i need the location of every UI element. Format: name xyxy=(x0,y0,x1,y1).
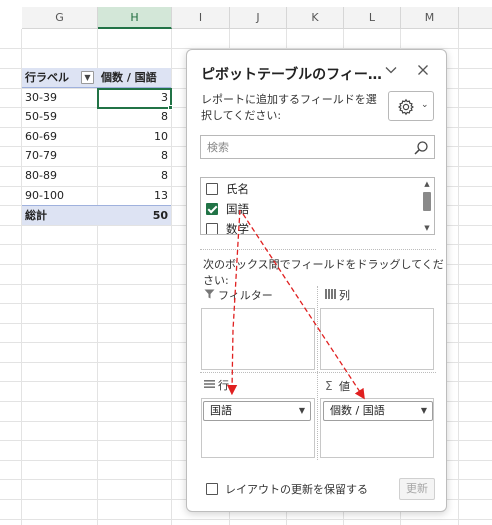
chevron-down-icon[interactable]: ▼ xyxy=(299,402,305,420)
pivot-row-value[interactable]: 8 xyxy=(98,166,171,186)
field-settings-button[interactable]: ⌄ xyxy=(388,91,434,121)
pivot-row-value[interactable]: 3 xyxy=(98,88,171,108)
rows-field-chip[interactable]: 国語 ▼ xyxy=(203,401,311,421)
pivot-row-label[interactable]: 30-39 xyxy=(22,88,97,108)
drag-instruction: 次のボックス間でフィールドをドラッグしてください: xyxy=(203,258,444,287)
pivot-row-label[interactable]: 90-100 xyxy=(22,186,97,206)
search-icon[interactable] xyxy=(413,140,429,156)
area-divider xyxy=(317,286,318,460)
update-button[interactable]: 更新 xyxy=(399,478,435,500)
value-header[interactable]: 個数 / 国語 xyxy=(98,68,171,88)
filter-icon xyxy=(204,287,218,305)
filter-area-label: フィルター xyxy=(204,287,273,305)
scroll-thumb[interactable] xyxy=(423,192,431,211)
chip-label: 国語 xyxy=(210,404,232,417)
columns-drop-area[interactable] xyxy=(320,308,434,370)
column-header-i[interactable]: I xyxy=(172,7,230,29)
pivot-row-label[interactable]: 50-59 xyxy=(22,107,97,127)
pivot-row[interactable]: 80-89 8 xyxy=(22,166,171,186)
column-header-h[interactable]: H xyxy=(98,7,172,29)
pane-options-chevron-icon[interactable] xyxy=(380,62,402,84)
fill-handle[interactable] xyxy=(168,105,173,110)
column-header-k[interactable]: K xyxy=(287,7,344,29)
field-checkbox[interactable] xyxy=(206,183,218,195)
pivot-row[interactable]: 60-69 10 xyxy=(22,127,171,147)
gear-icon xyxy=(398,98,414,116)
pivot-total-label[interactable]: 総計 xyxy=(22,206,97,226)
values-area-label: Σ値 xyxy=(325,379,350,393)
scroll-down-arrow-icon[interactable]: ▼ xyxy=(422,224,432,232)
pane-title: ピボットテーブルのフィー… xyxy=(201,67,382,83)
pivot-row[interactable]: 90-100 13 xyxy=(22,186,171,206)
pivot-row[interactable]: 30-39 3 xyxy=(22,88,171,108)
field-search-input[interactable] xyxy=(201,136,401,158)
section-divider xyxy=(200,249,436,250)
defer-update-checkbox[interactable] xyxy=(206,483,218,495)
row-filter-dropdown-icon[interactable]: ▼ xyxy=(81,71,94,84)
area-divider xyxy=(200,372,436,373)
field-search-box[interactable] xyxy=(200,135,435,159)
pivot-row-value[interactable]: 8 xyxy=(98,107,171,127)
pivot-row-label[interactable]: 70-79 xyxy=(22,146,97,166)
pivot-total-row[interactable]: 総計 50 xyxy=(22,205,171,225)
field-label: 氏名 xyxy=(226,182,249,196)
chip-label: 個数 / 国語 xyxy=(330,404,385,417)
field-list: 氏名 国語 数学 ▲ ▼ xyxy=(200,177,435,235)
rows-icon xyxy=(204,377,218,395)
column-header-j[interactable]: J xyxy=(230,7,287,29)
rows-area-label: 行 xyxy=(204,377,229,395)
pivot-table: 行ラベル ▼ 個数 / 国語 30-39 3 50-59 8 60-69 10 … xyxy=(22,68,171,225)
columns-icon xyxy=(325,287,339,305)
close-icon[interactable] xyxy=(412,62,434,84)
field-list-scrollbar[interactable]: ▲ ▼ xyxy=(421,179,433,233)
field-label: 数学 xyxy=(226,222,249,235)
field-label: 国語 xyxy=(226,202,249,216)
pivot-fields-pane: ピボットテーブルのフィー… レポートに追加するフィールドを選択してください: ⌄… xyxy=(186,49,447,512)
pivot-row-label[interactable]: 60-69 xyxy=(22,127,97,147)
defer-update-label: レイアウトの更新を保留する xyxy=(225,483,368,496)
pivot-row-value[interactable]: 13 xyxy=(98,186,171,206)
pivot-row-label[interactable]: 80-89 xyxy=(22,166,97,186)
column-header-g[interactable]: G xyxy=(22,7,98,29)
pivot-header-row: 行ラベル ▼ 個数 / 国語 xyxy=(22,68,171,88)
values-field-chip[interactable]: 個数 / 国語 ▼ xyxy=(323,401,433,421)
column-header-next[interactable] xyxy=(459,7,492,29)
scroll-up-arrow-icon[interactable]: ▲ xyxy=(422,180,432,188)
field-checkbox[interactable] xyxy=(206,223,218,234)
pivot-row[interactable]: 70-79 8 xyxy=(22,146,171,166)
pivot-row-value[interactable]: 10 xyxy=(98,127,171,147)
filter-drop-area[interactable] xyxy=(201,308,315,370)
chevron-down-icon: ⌄ xyxy=(421,100,429,110)
columns-area-label: 列 xyxy=(325,287,350,305)
pivot-row-value[interactable]: 8 xyxy=(98,146,171,166)
field-checkbox[interactable] xyxy=(206,203,218,215)
sigma-icon: Σ xyxy=(325,379,333,393)
column-header-l[interactable]: L xyxy=(344,7,401,29)
column-header-m[interactable]: M xyxy=(401,7,459,29)
chevron-down-icon[interactable]: ▼ xyxy=(421,402,427,420)
pivot-total-value[interactable]: 50 xyxy=(98,206,171,226)
pivot-row[interactable]: 50-59 8 xyxy=(22,107,171,127)
pane-description: レポートに追加するフィールドを選択してください: xyxy=(201,93,377,122)
